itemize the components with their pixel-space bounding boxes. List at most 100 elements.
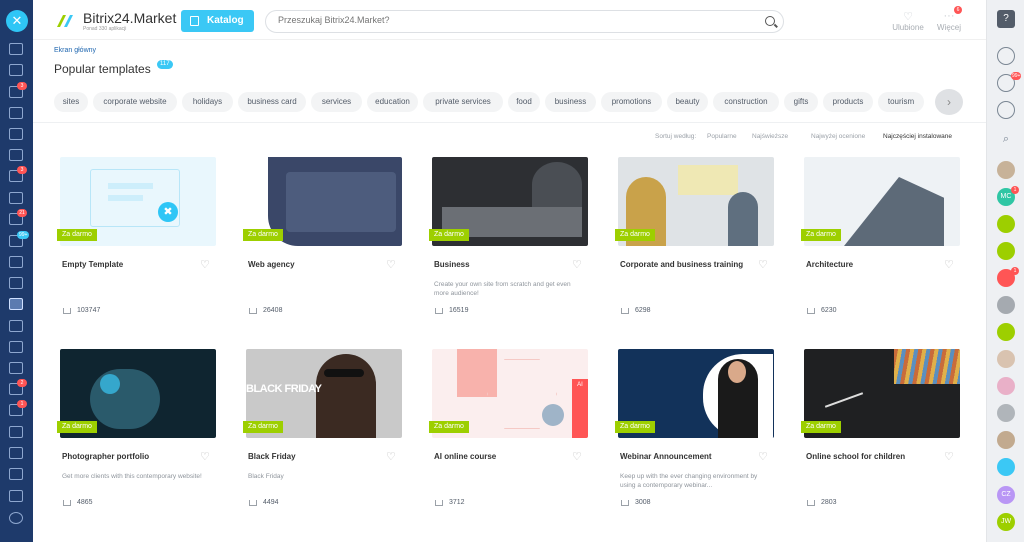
heart-icon[interactable]: ♡	[386, 260, 398, 271]
tag-services[interactable]: services	[311, 92, 362, 112]
help-icon[interactable]: ?	[997, 10, 1015, 28]
heart-icon[interactable]: ♡	[200, 452, 212, 463]
marketing-icon[interactable]	[9, 447, 23, 459]
documents-icon[interactable]	[9, 128, 23, 140]
template-card[interactable]: Za darmo Online school for children ♡ 28…	[801, 349, 960, 529]
template-card[interactable]: Za darmo Web agency ♡ 26408	[243, 157, 402, 337]
install-icon	[621, 500, 629, 506]
heart-icon[interactable]: ♡	[758, 260, 770, 271]
avatar[interactable]	[997, 350, 1015, 368]
clock-icon[interactable]	[997, 101, 1015, 119]
sort-top-rated[interactable]: Najwyżej ocenione	[811, 133, 865, 140]
avatar[interactable]	[997, 215, 1015, 233]
tag-promotions[interactable]: promotions	[601, 92, 662, 112]
sites-icon[interactable]	[9, 277, 23, 289]
template-card[interactable]: Za darmo Business ♡ Create your own site…	[429, 157, 588, 337]
search-box[interactable]	[265, 10, 784, 33]
tag-construction[interactable]: construction	[713, 92, 779, 112]
template-card[interactable]: Za darmo Webinar Announcement ♡ Keep up …	[615, 349, 774, 529]
favorites-button[interactable]: ♡ Ulubione	[889, 10, 927, 32]
template-name: Webinar Announcement	[620, 452, 712, 461]
template-card[interactable]: Za darmo Corporate and business training…	[615, 157, 774, 337]
install-count: 6230	[821, 307, 837, 314]
template-description: Create your own site from scratch and ge…	[434, 281, 571, 297]
heart-icon[interactable]: ♡	[944, 260, 956, 271]
feed-icon[interactable]	[9, 64, 23, 76]
app-title: Bitrix24.Market	[83, 10, 177, 26]
sort-label: Sortuj według:	[655, 133, 697, 140]
install-count: 103747	[77, 307, 101, 314]
avatar[interactable]	[997, 458, 1015, 476]
sort-popular[interactable]: Popularne	[707, 133, 737, 140]
template-card[interactable]: Za darmo Photographer portfolio ♡ Get mo…	[57, 349, 216, 529]
install-count: 3008	[635, 499, 651, 506]
reports-icon[interactable]	[9, 426, 23, 438]
tag-sites[interactable]: sites	[54, 92, 88, 112]
tag-beauty[interactable]: beauty	[667, 92, 708, 112]
install-count: 2803	[821, 499, 837, 506]
close-icon[interactable]: ✕	[6, 10, 28, 32]
breadcrumb[interactable]: Ekran główny	[54, 47, 96, 54]
heart-icon[interactable]: ♡	[386, 452, 398, 463]
install-icon	[621, 308, 629, 314]
store-icon[interactable]	[9, 256, 23, 268]
search-icon[interactable]	[765, 16, 775, 26]
market-icon[interactable]	[9, 298, 23, 310]
install-count: 6298	[635, 307, 651, 314]
heart-icon[interactable]: ♡	[758, 452, 770, 463]
chevron-right-icon[interactable]: ›	[935, 89, 963, 115]
analytics-icon[interactable]	[9, 362, 23, 374]
tag-products[interactable]: products	[823, 92, 873, 112]
search-contacts-icon[interactable]: ⌕	[997, 133, 1015, 151]
heart-icon: ♡	[903, 11, 913, 23]
heart-icon[interactable]: ♡	[944, 452, 956, 463]
tag-business[interactable]: business	[545, 92, 596, 112]
sort-most-installed[interactable]: Najczęściej instalowane	[883, 133, 952, 140]
free-badge: Za darmo	[429, 229, 469, 241]
tag-food[interactable]: food	[508, 92, 540, 112]
heart-icon[interactable]: ♡	[572, 452, 584, 463]
book-icon	[190, 16, 199, 26]
install-count: 26408	[263, 307, 283, 314]
avatar[interactable]	[997, 323, 1015, 341]
install-icon	[435, 500, 443, 506]
template-card[interactable]: BLACK FRIDAY Za darmo Black Friday ♡ Bla…	[243, 349, 402, 529]
avatar[interactable]: JW	[997, 513, 1015, 531]
katalog-button[interactable]: Katalog	[181, 10, 254, 32]
drive-icon[interactable]	[9, 149, 23, 161]
dashboard-icon[interactable]	[9, 43, 23, 55]
header: Bitrix24.Market Ponad 330 aplikacji Kata…	[33, 0, 986, 40]
heart-icon[interactable]: ♡	[200, 260, 212, 271]
sign-icon[interactable]	[9, 341, 23, 353]
tag-private-services[interactable]: private services	[423, 92, 503, 112]
sort-newest[interactable]: Najświeższe	[752, 133, 788, 140]
template-card[interactable]: ✖ Za darmo Empty Template ♡ 103747	[57, 157, 216, 337]
tag-education[interactable]: education	[367, 92, 418, 112]
avatar[interactable]	[997, 431, 1015, 449]
settings-icon[interactable]	[9, 490, 23, 502]
calendar-icon[interactable]	[9, 107, 23, 119]
avatar[interactable]	[997, 296, 1015, 314]
notifications-icon[interactable]	[997, 47, 1015, 65]
tag-gifts[interactable]: gifts	[784, 92, 818, 112]
more-icon[interactable]	[9, 512, 23, 524]
tag-business-card[interactable]: business card	[238, 92, 306, 112]
avatar[interactable]: CZ	[997, 486, 1015, 504]
tag-holidays[interactable]: holidays	[182, 92, 233, 112]
search-input[interactable]	[278, 15, 748, 25]
template-card[interactable]: Za darmo Architecture ♡ 6230	[801, 157, 960, 337]
tag-tourism[interactable]: tourism	[878, 92, 924, 112]
template-card[interactable]: AI Za darmo AI online course ♡ 3712	[429, 349, 588, 529]
avatar[interactable]	[997, 377, 1015, 395]
free-badge: Za darmo	[243, 421, 283, 433]
lock-icon[interactable]	[997, 242, 1015, 260]
avatar[interactable]	[997, 161, 1015, 179]
template-name: Photographer portfolio	[62, 452, 150, 461]
contacts-icon[interactable]	[9, 320, 23, 332]
avatar[interactable]	[997, 404, 1015, 422]
developer-icon[interactable]	[9, 468, 23, 480]
groups-icon[interactable]	[9, 192, 23, 204]
free-badge: Za darmo	[801, 229, 841, 241]
tag-corporate-website[interactable]: corporate website	[93, 92, 177, 112]
heart-icon[interactable]: ♡	[572, 260, 584, 271]
